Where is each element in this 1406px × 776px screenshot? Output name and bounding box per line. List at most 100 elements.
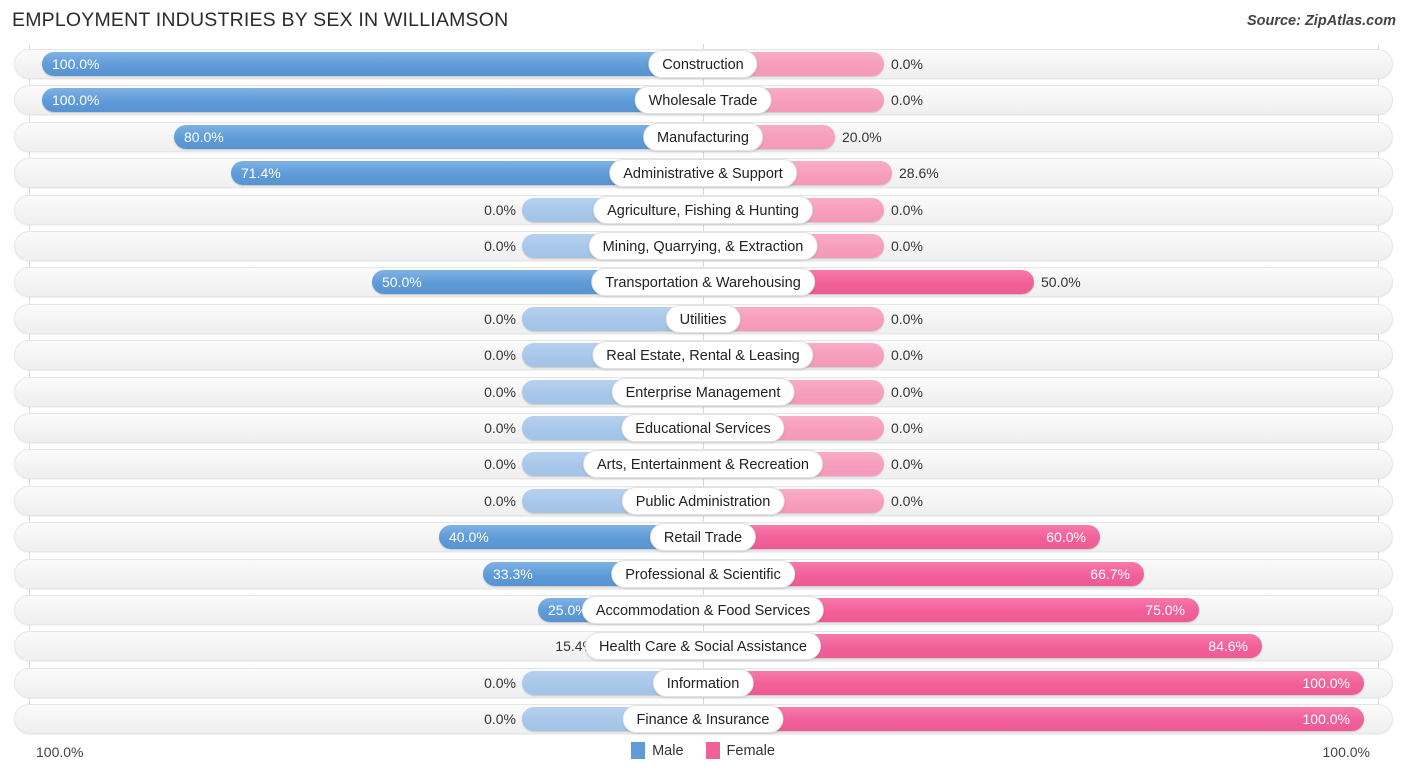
chart-row: 33.3% 66.7% Professional & Scientific bbox=[14, 558, 1393, 589]
category-label-pill[interactable]: Transportation & Warehousing bbox=[591, 268, 815, 297]
chart-row: 50.0% 50.0% Transportation & Warehousing bbox=[14, 267, 1393, 298]
chart-row-bars: 71.4% 28.6% Administrative & Support bbox=[14, 158, 1393, 188]
chart-row: 0.0% 0.0% Real Estate, Rental & Leasing bbox=[14, 340, 1393, 371]
chart-row: 0.0% 0.0% Educational Services bbox=[14, 413, 1393, 443]
legend-label-female: Female bbox=[726, 742, 775, 759]
chart-row-bars: 0.0% 0.0% Agriculture, Fishing & Hunting bbox=[14, 195, 1393, 225]
chart-row-bars: 0.0% 0.0% Educational Services bbox=[14, 413, 1393, 443]
bar-value-male: 100.0% bbox=[52, 92, 100, 109]
category-label-pill[interactable]: Mining, Quarrying, & Extraction bbox=[588, 232, 818, 260]
category-label-pill[interactable]: Arts, Entertainment & Recreation bbox=[583, 450, 823, 479]
category-label-pill[interactable]: Construction bbox=[648, 50, 758, 78]
legend-label-male: Male bbox=[652, 742, 684, 759]
chart-row: 100.0% 0.0% Wholesale Trade bbox=[14, 85, 1393, 116]
chart-row: 0.0% 0.0% Utilities bbox=[14, 303, 1393, 334]
chart-row-bars: 0.0% 0.0% Mining, Quarrying, & Extraction bbox=[14, 231, 1393, 261]
chart-row: 100.0% 0.0% Construction bbox=[14, 49, 1393, 79]
category-label-pill[interactable]: Finance & Insurance bbox=[622, 705, 784, 734]
chart-row-bars: 25.0% 75.0% Accommodation & Food Services bbox=[14, 595, 1393, 625]
bar-value-male: 0.0% bbox=[484, 347, 516, 364]
bar-male[interactable] bbox=[174, 124, 703, 149]
chart-row: 80.0% 20.0% Manufacturing bbox=[14, 121, 1393, 152]
chart-row: 0.0% 0.0% Agriculture, Fishing & Hunting bbox=[14, 194, 1393, 225]
chart-row-bars: 0.0% 0.0% Utilities bbox=[14, 304, 1393, 334]
bar-value-female: 0.0% bbox=[891, 420, 923, 436]
bar-value-female: 0.0% bbox=[891, 201, 923, 218]
chart-row: 0.0% 0.0% Enterprise Management bbox=[14, 376, 1393, 407]
category-label-pill[interactable]: Agriculture, Fishing & Hunting bbox=[593, 195, 813, 224]
chart-row: 0.0% 0.0% Mining, Quarrying, & Extraction bbox=[14, 231, 1393, 261]
bar-value-female: 0.0% bbox=[891, 456, 923, 473]
bar-value-female: 0.0% bbox=[891, 56, 923, 72]
chart-row-bars: 80.0% 20.0% Manufacturing bbox=[14, 122, 1393, 152]
chart-legend: Male Female bbox=[0, 742, 1406, 759]
bar-value-female: 0.0% bbox=[891, 383, 923, 400]
chart-row-bars: 0.0% 0.0% Real Estate, Rental & Leasing bbox=[14, 340, 1393, 370]
chart-row-bars: 0.0% 100.0% Finance & Insurance bbox=[14, 704, 1393, 734]
chart-row-bars: 100.0% 0.0% Wholesale Trade bbox=[14, 85, 1393, 115]
chart-row-bars: 100.0% 0.0% Construction bbox=[14, 49, 1393, 79]
chart-row: 0.0% 100.0% Information bbox=[14, 667, 1393, 698]
bar-male[interactable] bbox=[42, 52, 703, 76]
category-label-pill[interactable]: Manufacturing bbox=[643, 122, 763, 151]
bar-value-female: 0.0% bbox=[891, 92, 923, 109]
bar-value-male: 0.0% bbox=[484, 492, 516, 509]
chart-row-bars: 0.0% 100.0% Information bbox=[14, 668, 1393, 698]
legend-item-male[interactable]: Male bbox=[631, 742, 684, 759]
category-label-pill[interactable]: Information bbox=[652, 668, 754, 697]
bar-value-female: 0.0% bbox=[891, 238, 923, 254]
bar-value-male: 0.0% bbox=[484, 383, 516, 400]
bar-value-male: 0.0% bbox=[484, 420, 516, 436]
bar-value-female: 28.6% bbox=[899, 165, 939, 182]
category-label-pill[interactable]: Retail Trade bbox=[649, 523, 757, 552]
chart-row: 15.4% 84.6% Health Care & Social Assistanc… bbox=[14, 631, 1393, 662]
chart-row-bars: 40.0% 60.0% Retail Trade bbox=[14, 522, 1393, 552]
chart-row: 0.0% 0.0% Arts, Entertainment & Recreation bbox=[14, 449, 1393, 480]
chart-row-bars: 33.3% 66.7% Professional & Scientific bbox=[14, 559, 1393, 589]
category-label-pill[interactable]: Professional & Scientific bbox=[611, 559, 795, 588]
category-label-pill[interactable]: Real Estate, Rental & Leasing bbox=[592, 341, 814, 370]
chart-row: 0.0% 0.0% Public Administration bbox=[14, 485, 1393, 516]
legend-swatch-female-icon bbox=[705, 742, 720, 759]
category-label-pill[interactable]: Enterprise Management bbox=[611, 377, 795, 406]
bar-value-female: 50.0% bbox=[1041, 274, 1081, 291]
bar-value-male: 100.0% bbox=[52, 56, 100, 72]
source-attribution: Source: ZipAtlas.com bbox=[1246, 13, 1396, 29]
category-label-pill[interactable]: Educational Services bbox=[621, 414, 785, 442]
chart-row: 0.0% 100.0% Finance & Insurance bbox=[14, 704, 1393, 735]
bar-value-male: 71.4% bbox=[241, 165, 281, 182]
category-label-pill[interactable]: Accommodation & Food Services bbox=[581, 596, 825, 624]
chart-footer: 100.0% 100.0% Male Female bbox=[0, 734, 1406, 776]
chart-row-bars: 50.0% 50.0% Transportation & Warehousing bbox=[14, 267, 1393, 297]
legend-item-female[interactable]: Female bbox=[705, 742, 775, 759]
chart-row: 40.0% 60.0% Retail Trade bbox=[14, 522, 1393, 553]
bar-value-female: 0.0% bbox=[891, 310, 923, 327]
bar-value-female: 66.7% bbox=[1090, 565, 1130, 582]
chart-row-bars: 0.0% 0.0% Public Administration bbox=[14, 486, 1393, 516]
bar-value-female: 20.0% bbox=[842, 128, 882, 145]
category-label-pill[interactable]: Wholesale Trade bbox=[634, 86, 772, 115]
category-label-pill[interactable]: Public Administration bbox=[621, 486, 785, 515]
bar-male[interactable] bbox=[42, 88, 703, 113]
category-label-pill[interactable]: Utilities bbox=[665, 304, 741, 333]
chart-row: 25.0% 75.0% Accommodation & Food Services bbox=[14, 595, 1393, 625]
bar-value-male: 0.0% bbox=[484, 201, 516, 218]
bar-value-male: 0.0% bbox=[484, 238, 516, 254]
bar-value-female: 0.0% bbox=[891, 347, 923, 364]
bar-value-female: 0.0% bbox=[891, 492, 923, 509]
chart-row: 71.4% 28.6% Administrative & Support bbox=[14, 158, 1393, 189]
bar-value-male: 80.0% bbox=[184, 128, 224, 145]
chart-row-bars: 15.4% 84.6% Health Care & Social Assistanc… bbox=[14, 631, 1393, 661]
chart-row-bars: 0.0% 0.0% Arts, Entertainment & Recreation bbox=[14, 449, 1393, 479]
category-label-pill[interactable]: Health Care & Social Assistance bbox=[585, 632, 821, 661]
bar-value-male: 50.0% bbox=[382, 274, 422, 291]
chart-header: EMPLOYMENT INDUSTRIES BY SEX IN WILLIAMS… bbox=[0, 0, 1406, 44]
bar-value-female: 60.0% bbox=[1046, 529, 1086, 546]
page-title: EMPLOYMENT INDUSTRIES BY SEX IN WILLIAMS… bbox=[12, 9, 509, 31]
category-label-pill[interactable]: Administrative & Support bbox=[609, 159, 797, 188]
chart-plot-area: 100.0% 0.0% Construction 100.0% 0.0% Wholesal… bbox=[0, 44, 1406, 735]
bar-value-male: 0.0% bbox=[484, 310, 516, 327]
legend-swatch-male-icon bbox=[631, 742, 646, 759]
chart-row-bars: 0.0% 0.0% Enterprise Management bbox=[14, 377, 1393, 407]
bar-value-male: 0.0% bbox=[484, 456, 516, 473]
